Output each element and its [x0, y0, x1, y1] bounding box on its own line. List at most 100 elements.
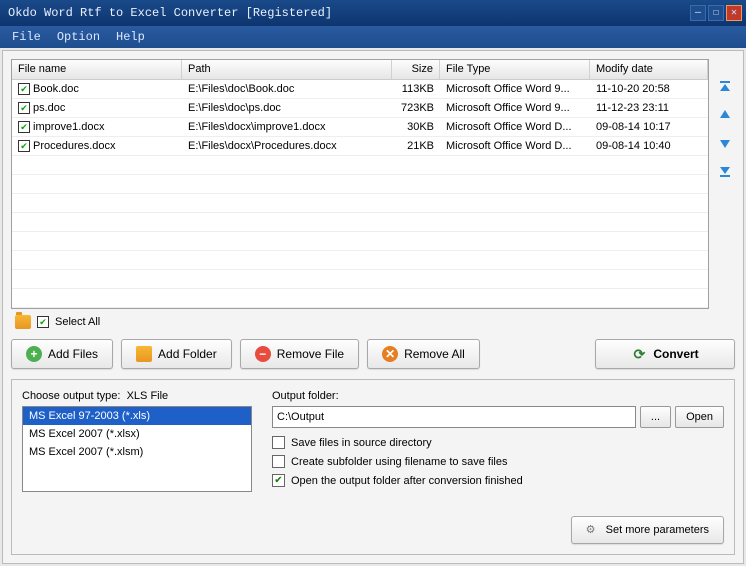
window-title: Okdo Word Rtf to Excel Converter [Regist…	[8, 6, 690, 20]
table-row	[12, 232, 708, 251]
row-checkbox[interactable]: ✔	[18, 140, 30, 152]
file-size: 723KB	[392, 100, 440, 116]
file-name: Book.doc	[33, 83, 79, 95]
output-type-label: Choose output type: XLS File	[22, 390, 252, 402]
table-row	[12, 156, 708, 175]
output-type-option[interactable]: MS Excel 97-2003 (*.xls)	[23, 407, 251, 425]
menubar: File Option Help	[0, 26, 746, 48]
file-name: ps.doc	[33, 102, 65, 114]
output-type-option[interactable]: MS Excel 2007 (*.xlsm)	[23, 443, 251, 461]
file-name: improve1.docx	[33, 121, 105, 133]
col-header-name[interactable]: File name	[12, 60, 182, 79]
file-size: 30KB	[392, 119, 440, 135]
file-name: Procedures.docx	[33, 140, 116, 152]
maximize-button[interactable]: ☐	[708, 5, 724, 21]
output-type-option[interactable]: MS Excel 2007 (*.xlsx)	[23, 425, 251, 443]
table-header: File name Path Size File Type Modify dat…	[12, 60, 708, 80]
col-header-type[interactable]: File Type	[440, 60, 590, 79]
move-bottom-button[interactable]	[717, 163, 733, 179]
table-row	[12, 213, 708, 232]
output-folder-label: Output folder:	[272, 390, 724, 402]
col-header-size[interactable]: Size	[392, 60, 440, 79]
table-row[interactable]: ✔improve1.docx E:\Files\docx\improve1.doc…	[12, 118, 708, 137]
move-top-button[interactable]	[717, 79, 733, 95]
folder-up-icon[interactable]	[15, 315, 31, 329]
table-row	[12, 251, 708, 270]
convert-button[interactable]: ⟳Convert	[595, 339, 735, 369]
file-list-wrap: File name Path Size File Type Modify dat…	[11, 59, 735, 309]
create-subfolder-row[interactable]: Create subfolder using filename to save …	[272, 455, 724, 468]
output-options-panel: Output folder: ... Open Save files in so…	[272, 390, 724, 544]
save-in-source-row[interactable]: Save files in source directory	[272, 436, 724, 449]
folder-icon	[136, 346, 152, 362]
main-panel: File name Path Size File Type Modify dat…	[2, 50, 744, 564]
titlebar: Okdo Word Rtf to Excel Converter [Regist…	[0, 0, 746, 26]
file-path: E:\Files\doc\ps.doc	[182, 100, 392, 116]
save-in-source-checkbox[interactable]	[272, 436, 285, 449]
move-up-button[interactable]	[717, 107, 733, 123]
menu-option[interactable]: Option	[51, 28, 106, 46]
file-type: Microsoft Office Word D...	[440, 138, 590, 154]
file-path: E:\Files\docx\Procedures.docx	[182, 138, 392, 154]
menu-help[interactable]: Help	[110, 28, 151, 46]
move-down-button[interactable]	[717, 135, 733, 151]
gear-icon: ⚙	[586, 523, 600, 537]
create-subfolder-label: Create subfolder using filename to save …	[291, 456, 507, 468]
open-folder-button[interactable]: Open	[675, 406, 724, 428]
file-path: E:\Files\doc\Book.doc	[182, 81, 392, 97]
file-size: 113KB	[392, 81, 440, 97]
minus-icon: −	[255, 346, 271, 362]
file-type: Microsoft Office Word 9...	[440, 81, 590, 97]
save-in-source-label: Save files in source directory	[291, 437, 432, 449]
open-after-row[interactable]: ✔ Open the output folder after conversio…	[272, 474, 724, 487]
open-after-label: Open the output folder after conversion …	[291, 475, 523, 487]
row-checkbox[interactable]: ✔	[18, 83, 30, 95]
file-type: Microsoft Office Word D...	[440, 119, 590, 135]
minimize-button[interactable]: —	[690, 5, 706, 21]
select-all-checkbox[interactable]: ✔	[37, 316, 49, 328]
file-date: 09-08-14 10:17	[590, 119, 708, 135]
table-row[interactable]: ✔ps.doc E:\Files\doc\ps.doc723KBMicrosoft…	[12, 99, 708, 118]
file-date: 11-12-23 23:11	[590, 100, 708, 116]
col-header-path[interactable]: Path	[182, 60, 392, 79]
add-files-button[interactable]: +Add Files	[11, 339, 113, 369]
output-type-listbox[interactable]: MS Excel 97-2003 (*.xls)MS Excel 2007 (*…	[22, 406, 252, 492]
plus-icon: +	[26, 346, 42, 362]
file-path: E:\Files\docx\improve1.docx	[182, 119, 392, 135]
table-body: ✔Book.docE:\Files\doc\Book.doc113KBMicro…	[12, 80, 708, 309]
table-row[interactable]: ✔Procedures.docx E:\Files\docx\Procedures…	[12, 137, 708, 156]
reorder-arrows	[715, 59, 735, 309]
file-size: 21KB	[392, 138, 440, 154]
select-all-label: Select All	[55, 316, 100, 328]
file-date: 09-08-14 10:40	[590, 138, 708, 154]
file-table: File name Path Size File Type Modify dat…	[11, 59, 709, 309]
remove-file-button[interactable]: −Remove File	[240, 339, 359, 369]
create-subfolder-checkbox[interactable]	[272, 455, 285, 468]
file-date: 11-10-20 20:58	[590, 81, 708, 97]
row-checkbox[interactable]: ✔	[18, 121, 30, 133]
output-type-panel: Choose output type: XLS File MS Excel 97…	[22, 390, 252, 544]
table-row[interactable]: ✔Book.doc E:\Files\doc\Book.doc113KBMicro…	[12, 80, 708, 99]
add-folder-button[interactable]: Add Folder	[121, 339, 232, 369]
output-folder-input[interactable]	[272, 406, 636, 428]
window-controls: — ☐ ✕	[690, 5, 742, 21]
action-bar: +Add Files Add Folder −Remove File ✕Remo…	[11, 335, 735, 379]
close-button[interactable]: ✕	[726, 5, 742, 21]
col-header-date[interactable]: Modify date	[590, 60, 708, 79]
table-row	[12, 289, 708, 308]
file-type: Microsoft Office Word 9...	[440, 100, 590, 116]
x-icon: ✕	[382, 346, 398, 362]
row-checkbox[interactable]: ✔	[18, 102, 30, 114]
select-all-row: ✔ Select All	[11, 309, 735, 335]
table-row	[12, 194, 708, 213]
set-more-parameters-button[interactable]: ⚙Set more parameters	[571, 516, 724, 544]
remove-all-button[interactable]: ✕Remove All	[367, 339, 480, 369]
menu-file[interactable]: File	[6, 28, 47, 46]
convert-icon: ⟳	[631, 346, 647, 362]
open-after-checkbox[interactable]: ✔	[272, 474, 285, 487]
table-row	[12, 175, 708, 194]
browse-button[interactable]: ...	[640, 406, 671, 428]
table-row	[12, 270, 708, 289]
output-folder-row: ... Open	[272, 406, 724, 428]
set-more-wrap: ⚙Set more parameters	[571, 516, 724, 544]
